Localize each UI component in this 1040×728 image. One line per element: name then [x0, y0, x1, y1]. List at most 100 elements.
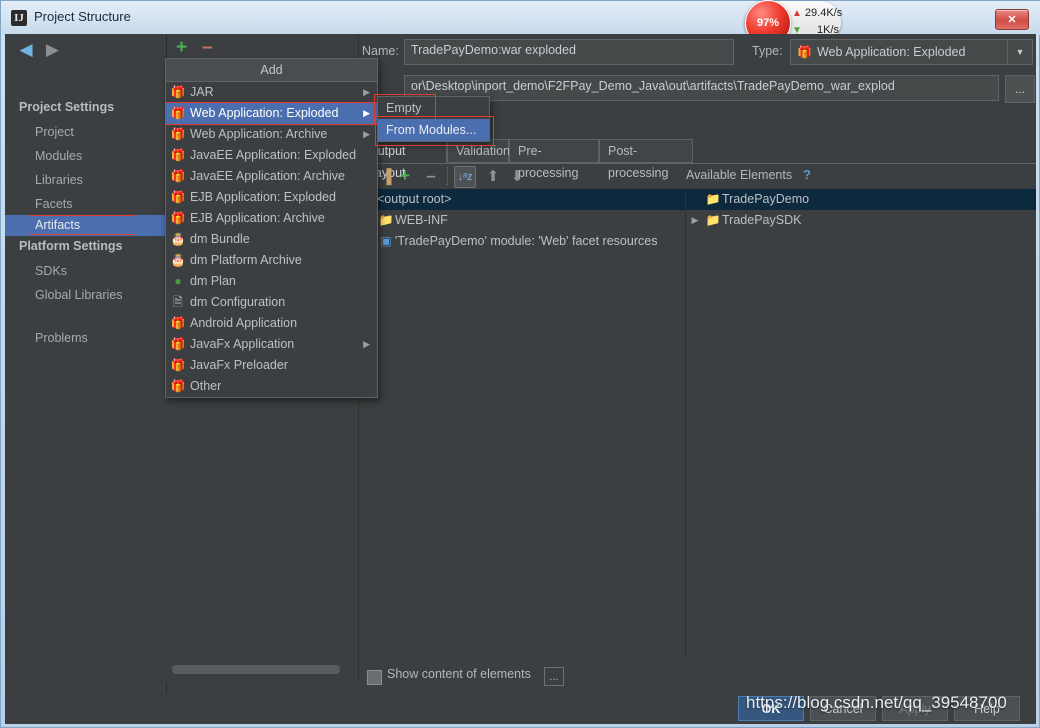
sidebar-item-global-libraries[interactable]: Global Libraries [5, 285, 166, 306]
sidebar-item-modules[interactable]: Modules [5, 146, 166, 167]
menu-item-dm-plan[interactable]: ● dm Plan [166, 271, 377, 292]
sidebar-item-facets[interactable]: Facets [5, 194, 166, 215]
javafx-application-icon: 🎁 [170, 337, 186, 351]
tree-row-facet-resources[interactable]: ▣ 'TradePayDemo' module: 'Web' facet res… [359, 231, 685, 252]
menu-item-dm-bundle[interactable]: 🎂 dm Bundle [166, 229, 377, 250]
menu-item-label: JavaFx Preloader [190, 358, 288, 372]
add-icon[interactable]: + [395, 166, 415, 186]
show-content-options-button[interactable]: ... [544, 667, 564, 686]
move-down-icon[interactable]: ⬇ [507, 166, 527, 186]
menu-item-web-application-exploded[interactable]: 🎁 Web Application: Exploded ▶ [165, 102, 378, 125]
tab-pre-processing[interactable]: Pre-processing [509, 139, 599, 180]
sidebar-item-artifacts[interactable]: Artifacts [5, 215, 166, 236]
sidebar-item-project[interactable]: Project [5, 122, 166, 143]
show-content-checkbox[interactable] [367, 670, 382, 685]
tree-row-tradepaysdk[interactable]: ▶ 📁 TradePaySDK [686, 210, 1036, 231]
jar-icon: 🎁 [170, 85, 186, 99]
submenu-item-empty[interactable]: Empty [374, 94, 489, 124]
facet-icon: ▣ [380, 234, 392, 248]
menu-item-dm-platform-archive[interactable]: 🎂 dm Platform Archive [166, 250, 377, 271]
menu-item-javafx-preloader[interactable]: 🎁 JavaFx Preloader [166, 355, 377, 376]
name-label: Name: [362, 44, 399, 58]
tab-validation[interactable]: Validation [447, 139, 510, 163]
tree-label: WEB-INF [395, 213, 448, 227]
add-artifact-menu[interactable]: Add 🎁 JAR ▶ 🎁 Web Application: Exploded … [165, 58, 378, 398]
sort-az-icon[interactable]: ↓ᵃz [454, 166, 476, 188]
project-structure-dialog: ◀ ▶ Project Settings Project Modules Lib… [5, 34, 1036, 724]
ejb-archive-icon: 🎁 [170, 211, 186, 225]
ejb-exploded-icon: 🎁 [170, 190, 186, 204]
help-icon[interactable]: ? [803, 167, 811, 182]
back-arrow-icon[interactable]: ◀ [15, 41, 37, 59]
menu-item-android-application[interactable]: 🎁 Android Application [166, 313, 377, 334]
menu-item-web-application-archive[interactable]: 🎁 Web Application: Archive ▶ [166, 124, 377, 145]
add-menu-title: Add [166, 59, 377, 82]
menu-item-javaee-application-archive[interactable]: 🎁 JavaEE Application: Archive [166, 166, 377, 187]
sidebar-item-problems[interactable]: Problems [5, 328, 166, 349]
sidebar-item-libraries[interactable]: Libraries [5, 170, 166, 191]
tree-row-output-root[interactable]: <output root> [359, 189, 685, 210]
tree-row-tradepaydemo[interactable]: 📁 TradePayDemo [686, 189, 1036, 210]
sidebar-group-project-settings: Project Settings [19, 100, 115, 114]
dm-plan-icon: ● [174, 274, 182, 288]
apply-button[interactable]: Apply [882, 696, 948, 721]
other-icon: 🎁 [170, 379, 186, 393]
ok-button[interactable]: OK [738, 696, 804, 721]
menu-item-javafx-application[interactable]: 🎁 JavaFx Application ▶ [166, 334, 377, 355]
menu-item-label: Web Application: Archive [190, 127, 328, 141]
window-title: Project Structure [34, 9, 131, 24]
help-button[interactable]: Help [954, 696, 1020, 721]
sidebar-navigation: ◀ ▶ [15, 41, 63, 60]
web-application-exploded-submenu[interactable]: Empty From Modules... [374, 94, 494, 146]
upload-arrow-icon: ▲ [792, 8, 802, 19]
tree-row-web-inf[interactable]: 📁 WEB-INF [359, 210, 685, 231]
cancel-button[interactable]: Cancel [810, 696, 876, 721]
menu-item-dm-configuration[interactable]: 🗎 dm Configuration [166, 292, 377, 313]
artifact-list-hscrollbar[interactable] [172, 665, 340, 674]
chevron-down-icon[interactable]: ▼ [1007, 40, 1032, 64]
menu-item-label: EJB Application: Exploded [190, 190, 336, 204]
dm-bundle-icon: 🎂 [170, 232, 186, 246]
available-elements-tree[interactable]: 📁 TradePayDemo ▶ 📁 TradePaySDK [686, 189, 1036, 659]
sidebar-item-sdks[interactable]: SDKs [5, 261, 166, 282]
tree-label: <output root> [377, 192, 452, 206]
menu-item-label: JavaEE Application: Exploded [190, 148, 357, 162]
add-artifact-icon[interactable]: + [176, 38, 187, 57]
menu-item-javaee-application-exploded[interactable]: 🎁 JavaEE Application: Exploded [166, 145, 377, 166]
sidebar-group-platform-settings: Platform Settings [19, 239, 123, 253]
remove-artifact-icon[interactable]: – [202, 38, 213, 57]
close-icon[interactable] [995, 9, 1029, 30]
tree-label: 'TradePayDemo' module: 'Web' facet resou… [395, 234, 658, 248]
name-row: Name: TradePayDemo:war exploded Type: 🎁 … [359, 39, 1036, 65]
javaee-exploded-icon: 🎁 [170, 148, 186, 162]
available-elements-label: Available Elements [686, 168, 793, 182]
dm-platform-archive-icon: 🎂 [170, 253, 186, 267]
settings-sidebar: ◀ ▶ Project Settings Project Modules Lib… [5, 34, 167, 694]
submenu-arrow-icon: ▶ [363, 87, 370, 97]
menu-item-label: JAR [190, 85, 214, 99]
menu-item-ejb-application-exploded[interactable]: 🎁 EJB Application: Exploded [166, 187, 377, 208]
browse-button[interactable]: ... [1005, 75, 1035, 103]
detail-tabs: Output Layout Validation Pre-processing … [359, 139, 1036, 180]
output-directory-input[interactable]: or\Desktop\inport_demo\F2FPay_Demo_Java\… [404, 75, 999, 101]
name-input[interactable]: TradePayDemo:war exploded [404, 39, 734, 65]
intellij-idea-icon: IJ [11, 10, 27, 26]
menu-item-label: dm Plan [190, 274, 236, 288]
window-titlebar: IJ Project Structure [1, 1, 1040, 35]
output-layout-tree[interactable]: <output root> 📁 WEB-INF ▣ 'TradePayDemo'… [359, 189, 686, 659]
submenu-item-from-modules[interactable]: From Modules... [375, 116, 494, 146]
tab-post-processing[interactable]: Post-processing [599, 139, 693, 180]
dm-configuration-icon: 🗎 [173, 295, 183, 309]
remove-icon[interactable]: – [421, 166, 441, 186]
twisty-icon[interactable]: ▶ [686, 210, 704, 231]
show-content-bar: Show content of elements ... [359, 664, 1036, 694]
menu-item-jar[interactable]: 🎁 JAR ▶ [166, 82, 377, 103]
menu-item-ejb-application-archive[interactable]: 🎁 EJB Application: Archive [166, 208, 377, 229]
dialog-footer: OK Cancel Apply Help [5, 694, 1036, 724]
menu-item-other[interactable]: 🎁 Other [166, 376, 377, 397]
elements-toolbar: ▐▌▐ + – ↓ᵃz ⬆ ⬇ Available Elements ? [359, 163, 1036, 189]
forward-arrow-icon[interactable]: ▶ [41, 41, 63, 59]
move-up-icon[interactable]: ⬆ [483, 166, 503, 186]
type-combobox[interactable]: 🎁 Web Application: Exploded ▼ [790, 39, 1033, 65]
web-archive-icon: 🎁 [170, 127, 186, 141]
